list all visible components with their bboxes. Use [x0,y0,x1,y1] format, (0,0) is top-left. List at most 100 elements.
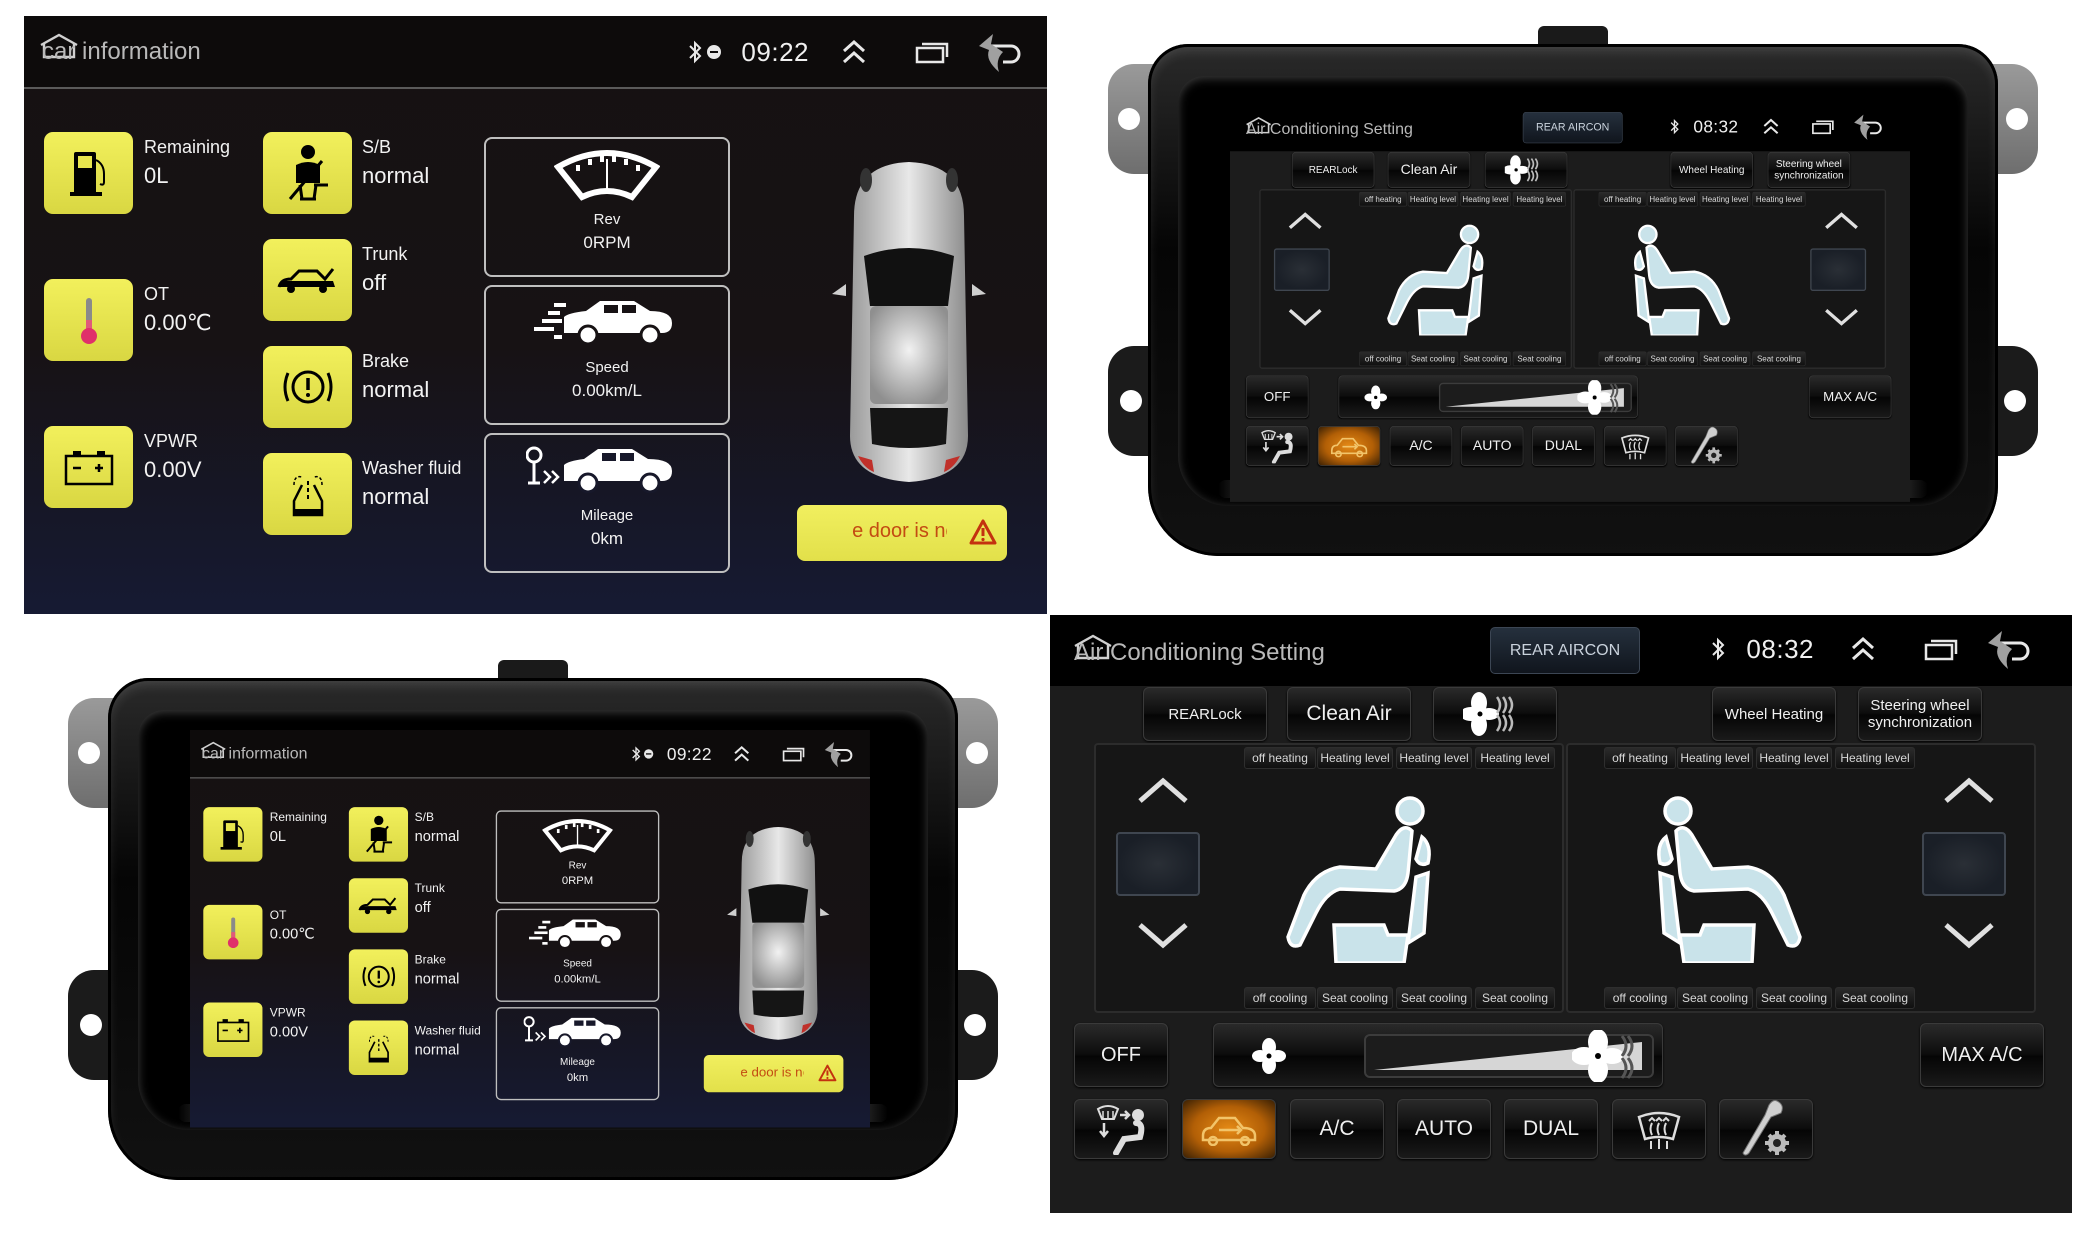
off-heating-button[interactable]: off heating [1598,191,1647,207]
heating-level-button[interactable]: Heating level [1396,747,1472,769]
recent-apps-icon[interactable] [1924,637,1958,661]
seat-cooling-button[interactable]: Seat cooling [1512,351,1567,367]
auto-button[interactable]: AUTO [1460,426,1524,466]
recent-apps-icon[interactable] [1812,119,1835,135]
item-value: normal [362,377,430,402]
clock: 09:22 [741,36,809,67]
heating-level-button[interactable]: Heating level [1475,747,1555,769]
seat-cooling-button[interactable]: Seat cooling [1317,987,1393,1009]
max-ac-button[interactable]: MAX A/C [1920,1023,2044,1087]
heating-level-button[interactable]: Heating level [1756,747,1832,769]
item-label: Remaining [144,137,231,157]
item-value: 0L [269,827,287,845]
item-label: Washer fluid [362,458,462,478]
steering-sync-button[interactable]: Steering wheel synchronization [1767,151,1851,188]
item-label: VPWR [269,1005,306,1020]
heating-level-button[interactable]: Heating level [1835,747,1915,769]
seat-cooling-button[interactable]: Seat cooling [1475,987,1555,1009]
off-cooling-button[interactable]: off cooling [1598,351,1647,367]
rear-lock-button[interactable]: REARLock [1291,151,1375,188]
ac-off-button[interactable]: OFF [1074,1023,1168,1087]
fan-speed-control[interactable] [1213,1023,1663,1087]
settings-button[interactable] [1675,426,1738,466]
off-heating-button[interactable]: off heating [1604,747,1676,769]
heating-level-button[interactable]: Heating level [1460,191,1511,207]
dual-button[interactable]: DUAL [1532,426,1595,466]
seat-cooling-button[interactable]: Seat cooling [1677,987,1753,1009]
rear-aircon-button[interactable]: REAR AIRCON [1522,111,1623,144]
fan-low-icon [1252,1038,1286,1074]
wheel-heating-button[interactable]: Wheel Heating [1712,687,1836,741]
heating-level-button[interactable]: Heating level [1512,191,1567,207]
door-warning-banner[interactable]: he door is not [797,505,1007,561]
recirc-button[interactable] [1182,1099,1276,1159]
airflow-button[interactable] [1074,1099,1168,1159]
item-label: Remaining [269,810,327,824]
defrost-button[interactable] [1603,426,1667,466]
recirc-button[interactable] [1317,426,1381,466]
back-arrow-icon[interactable] [1986,627,2032,671]
heating-level-button[interactable]: Heating level [1407,191,1459,207]
off-cooling-button[interactable]: off cooling [1604,987,1676,1009]
seat-cooling-button[interactable]: Seat cooling [1756,987,1832,1009]
fan-speed-button[interactable] [1484,151,1568,188]
seat-cooling-button[interactable]: Seat cooling [1407,351,1459,367]
off-cooling-button[interactable]: off cooling [1244,987,1316,1009]
heating-level-button[interactable]: Heating level [1647,191,1698,207]
seat-cooling-button[interactable]: Seat cooling [1835,987,1915,1009]
heating-level-button[interactable]: Heating level [1677,747,1753,769]
max-ac-button[interactable]: MAX A/C [1808,375,1892,419]
fan-speed-button[interactable] [1433,687,1557,741]
airflow-button[interactable] [1245,426,1309,466]
recent-apps-icon[interactable] [915,40,949,64]
seat-cooling-button[interactable]: Seat cooling [1460,351,1511,367]
steering-sync-button[interactable]: Steering wheel synchronization [1858,687,1982,741]
temp-up-chevron-icon[interactable] [1942,777,1996,803]
ac-button[interactable]: A/C [1290,1099,1384,1159]
heating-level-button[interactable]: Heating level [1317,747,1393,769]
temp-up-chevron-icon[interactable] [1136,777,1190,803]
off-cooling-button[interactable]: off cooling [1359,351,1407,367]
brake-warning-icon [283,370,332,404]
door-warning-banner[interactable]: he door is not [703,1055,844,1093]
temp-down-chevron-icon[interactable] [1287,309,1323,326]
auto-button[interactable]: AUTO [1397,1099,1491,1159]
temp-down-chevron-icon[interactable] [1824,309,1860,326]
chevron-double-up-icon[interactable] [1848,634,1878,664]
off-heating-button[interactable]: off heating [1359,191,1407,207]
clean-air-button[interactable]: Clean Air [1287,687,1411,741]
temp-up-chevron-icon[interactable] [1824,212,1860,230]
seat-cooling-button[interactable]: Seat cooling [1699,351,1751,367]
seat-cooling-button[interactable]: Seat cooling [1752,351,1806,367]
chevron-double-up-icon[interactable] [732,744,752,764]
back-arrow-icon[interactable] [977,30,1023,74]
wheel-heating-button[interactable]: Wheel Heating [1670,151,1754,188]
settings-button[interactable] [1719,1099,1813,1159]
bluetooth-icon [632,746,641,762]
status-icons: 08:32 [1669,112,1883,141]
seat-cooling-button[interactable]: Seat cooling [1396,987,1472,1009]
fan-speed-control[interactable] [1338,375,1638,419]
heating-level-button[interactable]: Heating level [1699,191,1751,207]
back-arrow-icon[interactable] [823,739,854,768]
heating-level-button[interactable]: Heating level [1752,191,1806,207]
temp-down-chevron-icon[interactable] [1942,923,1996,949]
clean-air-button[interactable]: Clean Air [1387,151,1471,188]
rear-lock-button[interactable]: REARLock [1143,687,1267,741]
clock: 09:22 [666,743,712,764]
seat-cooling-button[interactable]: Seat cooling [1647,351,1698,367]
chevron-double-up-icon[interactable] [1761,117,1781,137]
ac-button[interactable]: A/C [1389,426,1453,466]
recent-apps-icon[interactable] [782,746,805,762]
defrost-button[interactable] [1612,1099,1706,1159]
temp-down-chevron-icon[interactable] [1136,923,1190,949]
ac-off-button[interactable]: OFF [1245,375,1309,419]
rear-aircon-button[interactable]: REAR AIRCON [1490,627,1640,674]
chevron-double-up-icon[interactable] [839,37,869,67]
off-heating-button[interactable]: off heating [1244,747,1316,769]
fan-high-icon [1577,380,1619,415]
dual-button[interactable]: DUAL [1504,1099,1598,1159]
trunk-tile [348,878,409,933]
temp-up-chevron-icon[interactable] [1287,212,1323,230]
back-arrow-icon[interactable] [1853,112,1884,141]
